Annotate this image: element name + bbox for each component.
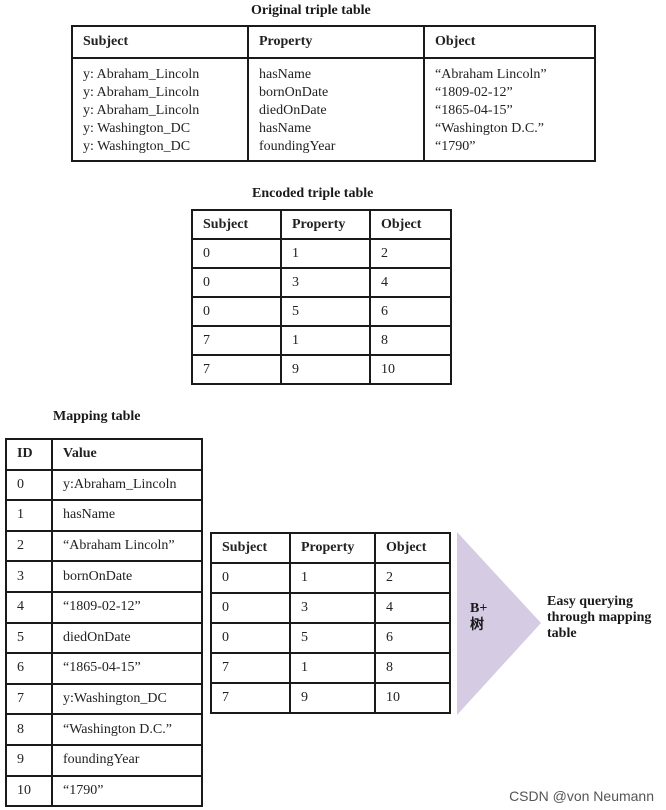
table-cell: 10 <box>5 774 53 808</box>
table-row: 5 diedOnDate <box>5 621 203 655</box>
table-row: 7 9 10 <box>210 682 451 714</box>
header-object: Object <box>423 25 596 59</box>
table-cell: 10 <box>374 682 451 714</box>
table-cell: 1 <box>280 238 371 269</box>
table-row: 7 y:Washington_DC <box>5 682 203 716</box>
table-row: 7 9 10 <box>191 354 452 385</box>
table-row: 10 “1790” <box>5 774 203 808</box>
table-row: 9 foundingYear <box>5 743 203 777</box>
table-cell: 6 <box>374 622 451 654</box>
table-row: 012 <box>210 562 451 594</box>
header-object: Object <box>369 209 452 240</box>
table-cell: 4 <box>5 590 53 624</box>
table-cell: y:Washington_DC <box>51 682 203 716</box>
original-triple-table: Subject Property Object y: Abraham_Linco… <box>71 25 596 162</box>
table-cell: 5 <box>5 621 53 655</box>
subject-column: y: Abraham_Lincoln y: Abraham_Lincoln y:… <box>71 57 249 162</box>
table-cell: 0 <box>210 622 291 654</box>
table-cell: 1 <box>5 499 53 532</box>
table-row: 056 <box>210 622 451 654</box>
table-cell: 4 <box>369 267 452 298</box>
table-cell: 1 <box>280 325 371 356</box>
table-cell: 10 <box>369 354 452 385</box>
table-cell: “Washington D.C.” <box>51 713 203 746</box>
table-cell: 8 <box>374 652 451 684</box>
table-cell: diedOnDate <box>51 621 203 655</box>
table-cell: “1790” <box>51 774 203 808</box>
table-cell: 0 <box>210 562 291 594</box>
table-row: 6 “1865-04-15” <box>5 652 203 685</box>
table-cell: 3 <box>5 560 53 593</box>
bplus-triple-table: Subject Property Object 0 1 2 0 3 4 0 5 6 7 1 8 7 9 10 <box>210 532 451 714</box>
table-cell: y:Abraham_Lincoln <box>51 468 203 502</box>
table-cell: 1 <box>289 562 376 594</box>
header-object: Object <box>374 532 451 564</box>
mapping-table: ID Value 0 y:Abraham_Lincoln 1 hasName 2 “Abr… <box>5 438 203 808</box>
table-row: 718 <box>210 652 451 684</box>
table-row: 4 “1809-02-12” <box>5 590 203 624</box>
table-cell: 9 <box>289 682 376 714</box>
table-cell: 7 <box>210 682 291 714</box>
table-cell: 9 <box>280 354 371 385</box>
table-cell: hasName <box>51 499 203 532</box>
mapping-table-caption: Mapping table <box>53 409 141 424</box>
table-row: 2 “Abraham Lincoln” <box>5 529 203 563</box>
table-cell: 7 <box>5 682 53 716</box>
table-cell: 2 <box>369 238 452 269</box>
table-cell: 5 <box>289 622 376 654</box>
table-cell: 8 <box>5 713 53 746</box>
table-cell: 1 <box>289 652 376 684</box>
table-cell: 0 <box>210 592 291 624</box>
query-note: Easy querying through mapping table <box>547 594 652 641</box>
encoded-triple-table: Subject Property Object 0 1 2 0 3 4 0 5 6 7 1 8 7 9 10 <box>191 209 452 385</box>
table-cell: 6 <box>5 652 53 685</box>
table-row: 034 <box>191 267 452 298</box>
table-cell: 2 <box>5 529 53 563</box>
table-cell: “Abraham Lincoln” <box>51 529 203 563</box>
table-cell: 0 <box>191 296 282 327</box>
table-cell: 3 <box>289 592 376 624</box>
encoded-table-caption: Encoded triple table <box>252 186 374 201</box>
header-property: Property <box>289 532 376 564</box>
table-cell: bornOnDate <box>51 560 203 593</box>
header-subject: Subject <box>71 25 249 59</box>
table-cell: 2 <box>374 562 451 594</box>
table-cell: 0 <box>5 468 53 502</box>
watermark: CSDN @von Neumann <box>509 788 654 804</box>
table-row: 1 hasName <box>5 499 203 532</box>
header-subject: Subject <box>191 209 282 240</box>
table-row: 056 <box>191 296 452 327</box>
table-cell: 6 <box>369 296 452 327</box>
table-cell: “1865-04-15” <box>51 652 203 685</box>
table-cell: 0 <box>191 267 282 298</box>
property-column: hasName bornOnDate diedOnDate hasName fo… <box>247 57 425 162</box>
table-cell: 8 <box>369 325 452 356</box>
object-column: “Abraham Lincoln” “1809-02-12” “1865-04-… <box>423 57 596 162</box>
header-property: Property <box>280 209 371 240</box>
table-cell: 7 <box>210 652 291 684</box>
table-cell: 9 <box>5 743 53 777</box>
bplus-label: B+ 树 <box>470 600 487 634</box>
table-row: 034 <box>210 592 451 624</box>
header-property: Property <box>247 25 425 59</box>
table-row: 8 “Washington D.C.” <box>5 713 203 746</box>
table-row: 0 y:Abraham_Lincoln <box>5 468 203 502</box>
header-subject: Subject <box>210 532 291 564</box>
bplus-label-line1: B+ <box>470 601 488 616</box>
table-row: 3 bornOnDate <box>5 560 203 593</box>
table-cell: 4 <box>374 592 451 624</box>
table-cell: 0 <box>191 238 282 269</box>
original-table-caption: Original triple table <box>251 3 371 18</box>
table-row: 718 <box>191 325 452 356</box>
header-value: Value <box>51 438 203 471</box>
bplus-label-line2: 树 <box>470 618 484 633</box>
table-cell: 5 <box>280 296 371 327</box>
table-row: 012 <box>191 238 452 269</box>
table-cell: foundingYear <box>51 743 203 777</box>
table-cell: “1809-02-12” <box>51 590 203 624</box>
table-cell: 7 <box>191 354 282 385</box>
table-cell: 7 <box>191 325 282 356</box>
table-cell: 3 <box>280 267 371 298</box>
header-id: ID <box>5 438 53 471</box>
